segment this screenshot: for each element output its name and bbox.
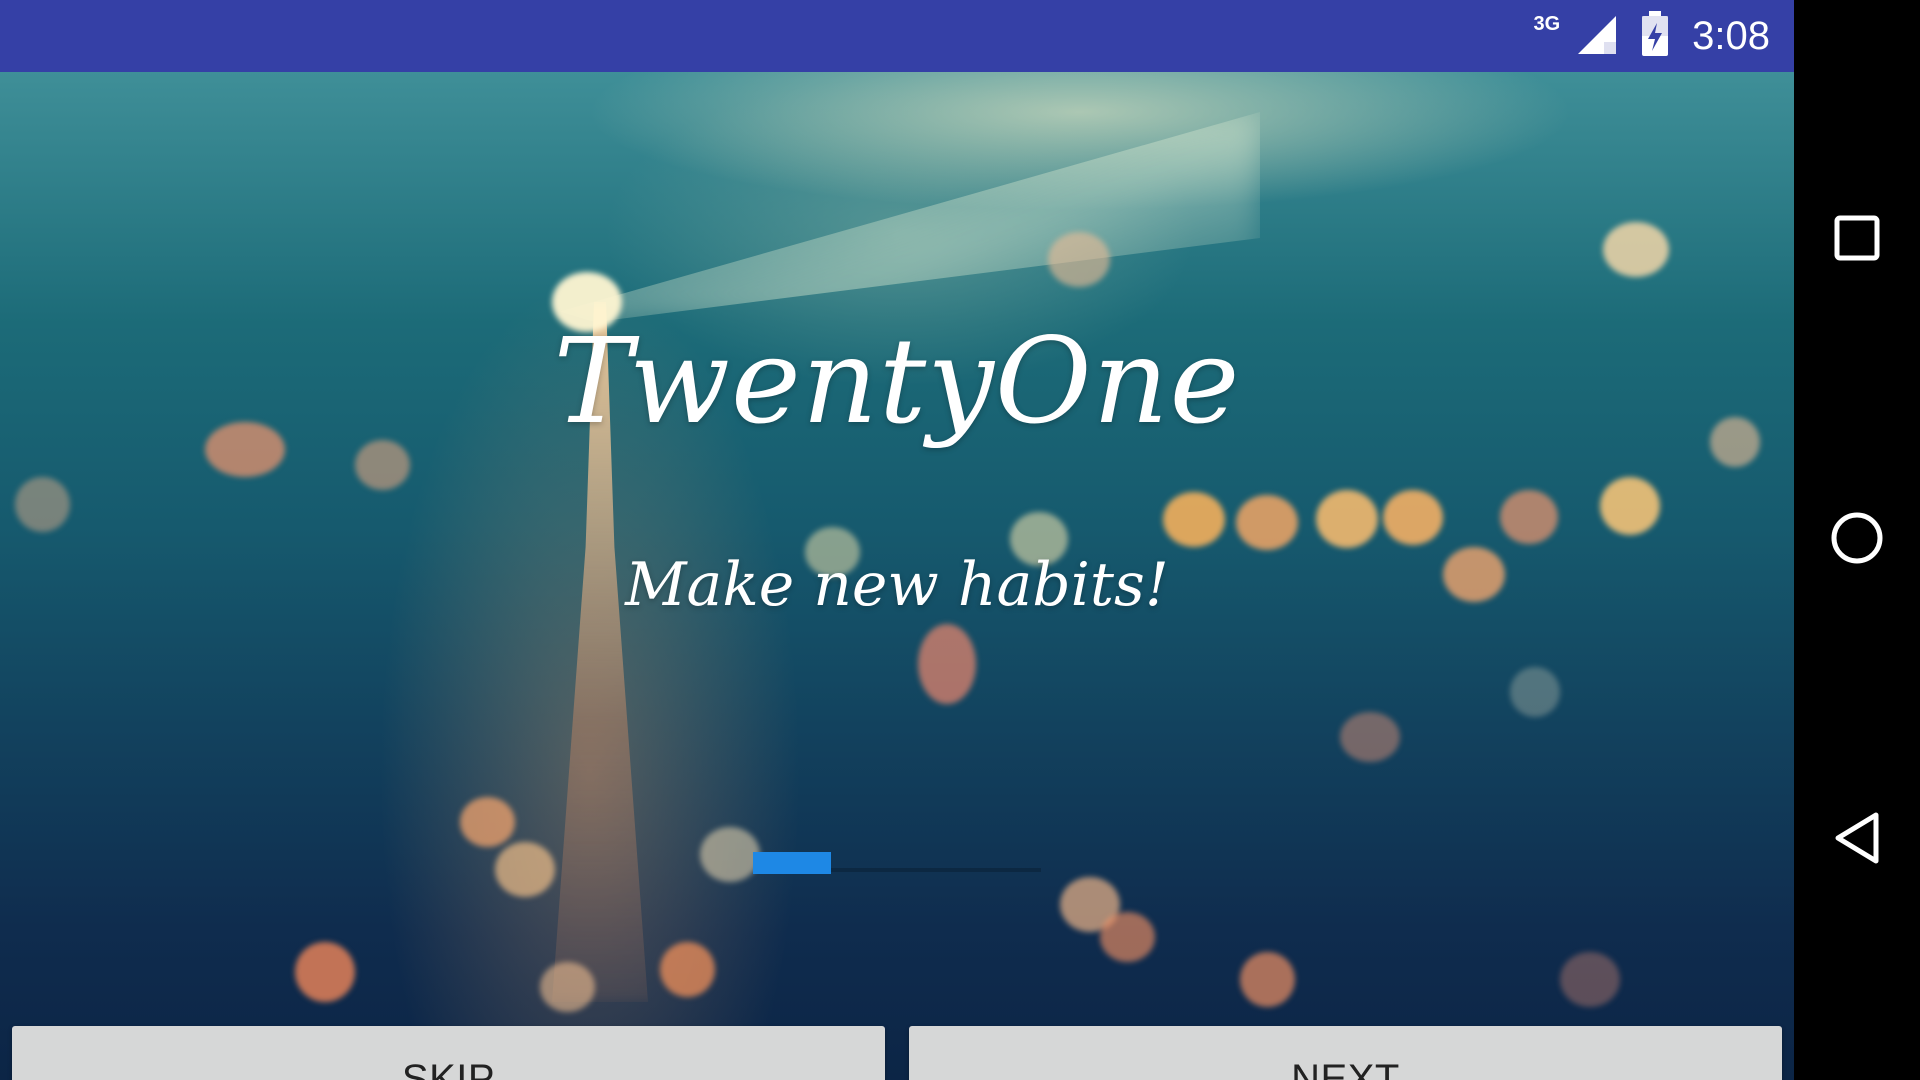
status-bar: 3G 3:08 [0, 0, 1794, 72]
home-button[interactable] [1794, 480, 1920, 600]
recent-apps-button[interactable] [1794, 180, 1920, 300]
status-icons: 3G 3:08 [1533, 0, 1770, 72]
recent-apps-icon [1833, 214, 1881, 267]
battery-charging-icon [1640, 10, 1670, 62]
network-type-label: 3G [1533, 12, 1561, 35]
app-title: TwentyOne [553, 312, 1241, 450]
next-button[interactable]: NEXT [909, 1026, 1782, 1080]
page-indicator [753, 852, 1041, 874]
app-subtitle: Make new habits! [625, 550, 1169, 620]
page-indicator-fill [753, 852, 831, 874]
clock: 3:08 [1692, 13, 1770, 58]
navigation-bar [1794, 0, 1920, 1080]
home-icon [1829, 510, 1885, 571]
back-button[interactable] [1794, 780, 1920, 900]
back-icon [1832, 810, 1882, 871]
onboarding-screen: TwentyOne Make new habits! SKIP NEXT [0, 72, 1794, 1080]
signal-icon [1574, 12, 1618, 61]
skip-button[interactable]: SKIP [12, 1026, 885, 1080]
